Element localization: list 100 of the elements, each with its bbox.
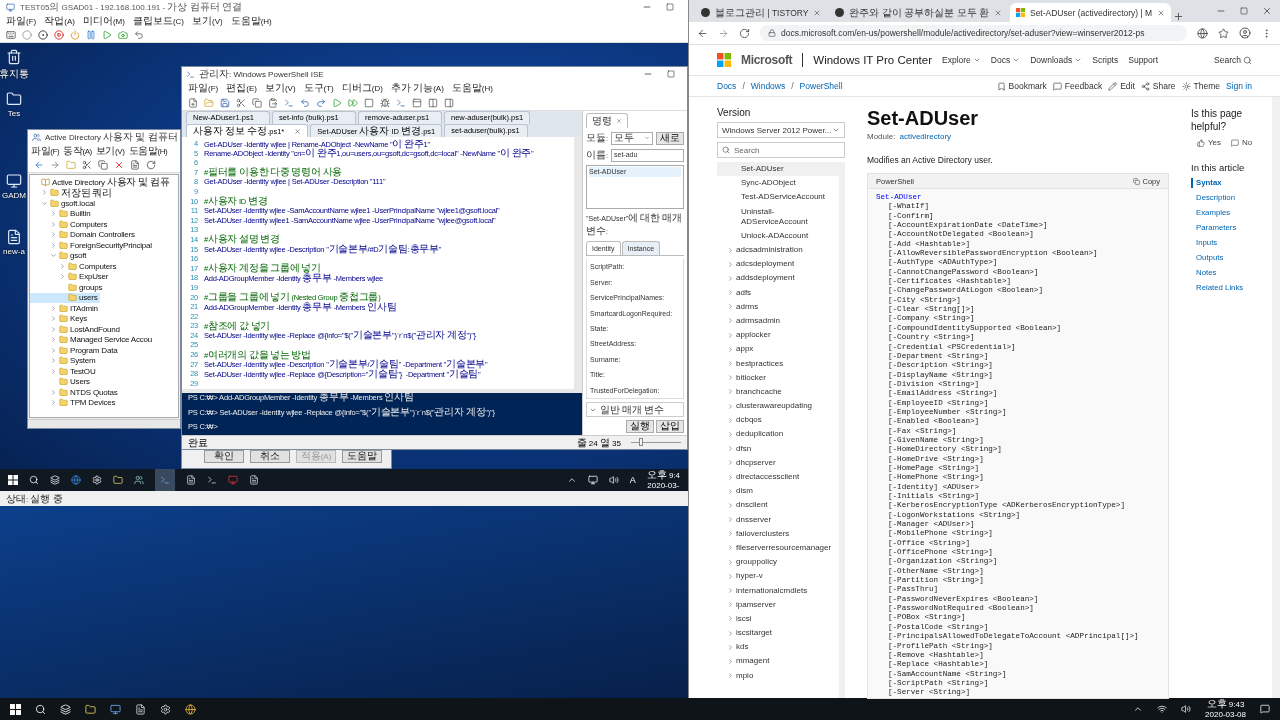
refresh-icon[interactable] bbox=[146, 160, 156, 170]
nav-group[interactable]: iscsitarget bbox=[717, 626, 839, 641]
nav-group[interactable]: addsdeployment bbox=[717, 271, 839, 286]
page-action[interactable]: Bookmark bbox=[996, 81, 1047, 91]
chevron-icon[interactable] bbox=[566, 475, 577, 485]
panel-icon[interactable] bbox=[412, 97, 422, 108]
taskbar-clock[interactable]: 오후 9:43 2020-03-08 bbox=[1205, 698, 1246, 720]
paste-icon[interactable] bbox=[268, 97, 278, 108]
fast-forward-icon[interactable] bbox=[348, 97, 358, 108]
commands-tab[interactable]: 명령 bbox=[586, 113, 628, 128]
close-icon[interactable] bbox=[1157, 8, 1166, 17]
menu-item[interactable]: 클립보드(C) bbox=[132, 14, 184, 28]
copy-icon[interactable] bbox=[98, 160, 108, 170]
nav-group[interactable]: dcbqos bbox=[717, 413, 839, 428]
back-icon[interactable] bbox=[34, 160, 44, 170]
close-icon[interactable] bbox=[993, 8, 1002, 17]
tree-item[interactable]: Managed Service Accou bbox=[30, 334, 155, 345]
nav-item[interactable]: Sync-ADObject bbox=[717, 176, 839, 191]
close-icon[interactable] bbox=[1262, 6, 1272, 16]
scissors-icon[interactable] bbox=[236, 97, 246, 108]
play-icon[interactable] bbox=[332, 97, 342, 108]
forward-icon[interactable] bbox=[50, 160, 60, 170]
nav-group[interactable]: kds bbox=[717, 640, 839, 655]
search-link[interactable]: Search bbox=[1214, 55, 1252, 65]
tree-item[interactable]: gsoft.local bbox=[30, 198, 97, 209]
folder-icon[interactable] bbox=[113, 475, 123, 485]
new-tab-icon[interactable] bbox=[1173, 11, 1185, 22]
nav-group[interactable]: mpio bbox=[717, 668, 839, 683]
notification-icon[interactable] bbox=[1260, 704, 1270, 714]
command-button[interactable]: 실행 bbox=[626, 420, 654, 433]
desktop-icon[interactable] bbox=[6, 229, 22, 245]
play-icon[interactable] bbox=[102, 30, 112, 40]
nav-group[interactable]: bitlocker bbox=[717, 370, 839, 385]
nav-group[interactable]: iscsi bbox=[717, 611, 839, 626]
nav-link[interactable]: Docs bbox=[990, 55, 1021, 65]
tree-item[interactable]: Keys bbox=[30, 313, 89, 324]
tree-item[interactable]: ExpUser bbox=[30, 271, 111, 282]
nav-group[interactable]: adcsdeployment bbox=[717, 257, 839, 272]
menu-item[interactable]: 도움말(H) bbox=[451, 81, 493, 95]
back-icon[interactable] bbox=[697, 27, 708, 39]
nav-group[interactable]: dnsserver bbox=[717, 512, 839, 527]
nav-link[interactable]: Support bbox=[1128, 55, 1158, 65]
menu-item[interactable]: 디버그(D) bbox=[341, 81, 383, 95]
menu-item[interactable]: 보기(V) bbox=[95, 144, 125, 158]
browser-tab[interactable]: Set-ADUser (activedirectory) | M bbox=[1009, 3, 1172, 22]
chevron-icon[interactable] bbox=[1133, 704, 1144, 714]
windows-logo-icon[interactable] bbox=[10, 703, 21, 715]
menu-item[interactable]: 편집(E) bbox=[226, 81, 257, 95]
folder-icon[interactable] bbox=[85, 703, 96, 715]
version-dropdown[interactable]: Windows Server 2012 Power... bbox=[717, 122, 845, 138]
panel-icon[interactable] bbox=[444, 97, 454, 108]
nav-group[interactable]: branchcache bbox=[717, 384, 839, 399]
menu-item[interactable]: 작업(A) bbox=[44, 14, 75, 28]
menu-item[interactable]: 도구(T) bbox=[303, 81, 334, 95]
menu-item[interactable]: 도움말(H) bbox=[128, 144, 168, 158]
save-icon[interactable] bbox=[220, 97, 230, 108]
scrollbar[interactable] bbox=[28, 419, 180, 428]
menu-item[interactable]: 동작(A) bbox=[63, 144, 92, 158]
module-link[interactable]: activedirectory bbox=[899, 132, 952, 141]
circle-dot-icon[interactable] bbox=[38, 30, 48, 40]
forward-icon[interactable] bbox=[718, 27, 729, 39]
page-action[interactable]: Edit bbox=[1108, 81, 1135, 91]
breadcrumb-link[interactable]: PowerShell bbox=[799, 81, 843, 91]
nav-group[interactable]: adrms bbox=[717, 299, 839, 314]
maximize-icon[interactable] bbox=[666, 3, 674, 11]
terminal-icon[interactable] bbox=[284, 97, 294, 108]
tree-item[interactable]: Users bbox=[30, 376, 92, 387]
search-icon[interactable] bbox=[35, 703, 46, 715]
star-icon[interactable] bbox=[1218, 27, 1229, 39]
menu-item[interactable]: 파일(F) bbox=[31, 144, 60, 158]
tree-item[interactable]: Program Data bbox=[30, 345, 120, 356]
breadcrumb-link[interactable]: Docs bbox=[717, 81, 737, 91]
nav-group[interactable]: dism bbox=[717, 484, 839, 499]
nav-link[interactable]: Scripts bbox=[1092, 55, 1119, 65]
close-icon[interactable] bbox=[294, 127, 302, 135]
nav-group[interactable]: failoverclusters bbox=[717, 526, 839, 541]
nav-item[interactable]: Test-ADServiceAccount bbox=[717, 190, 839, 205]
command-button[interactable]: 삽입 bbox=[656, 420, 684, 433]
site-name[interactable]: Windows IT Pro Center bbox=[813, 54, 932, 66]
nav-group[interactable]: dnsclient bbox=[717, 498, 839, 513]
menu-item[interactable]: 미디어(M) bbox=[82, 14, 125, 28]
tree-item[interactable]: TestOU bbox=[30, 366, 98, 377]
tree-item[interactable]: gsoft bbox=[30, 250, 89, 261]
nav-group[interactable]: adcsadministration bbox=[717, 242, 839, 258]
tree-item[interactable]: ITAdmin bbox=[30, 303, 100, 314]
tree-item[interactable]: TPM Devices bbox=[30, 397, 118, 408]
no-button[interactable]: No bbox=[1231, 138, 1253, 147]
globe-icon[interactable] bbox=[71, 475, 81, 485]
nav-group[interactable]: bestpractices bbox=[717, 356, 839, 371]
delete-icon[interactable] bbox=[114, 160, 124, 170]
search-icon[interactable] bbox=[29, 475, 39, 485]
nav-item[interactable]: Unlock-ADAccount bbox=[717, 228, 839, 243]
desktop-icon[interactable] bbox=[6, 91, 22, 107]
breadcrumb-link[interactable]: Windows bbox=[750, 81, 786, 91]
brand-name[interactable]: Microsoft bbox=[741, 53, 793, 67]
input-method-indicator[interactable]: A bbox=[629, 475, 636, 485]
keyboard-icon[interactable] bbox=[6, 30, 16, 40]
desktop-icon[interactable] bbox=[6, 49, 22, 65]
settings-icon[interactable] bbox=[160, 703, 171, 715]
scissors-icon[interactable] bbox=[82, 160, 92, 170]
